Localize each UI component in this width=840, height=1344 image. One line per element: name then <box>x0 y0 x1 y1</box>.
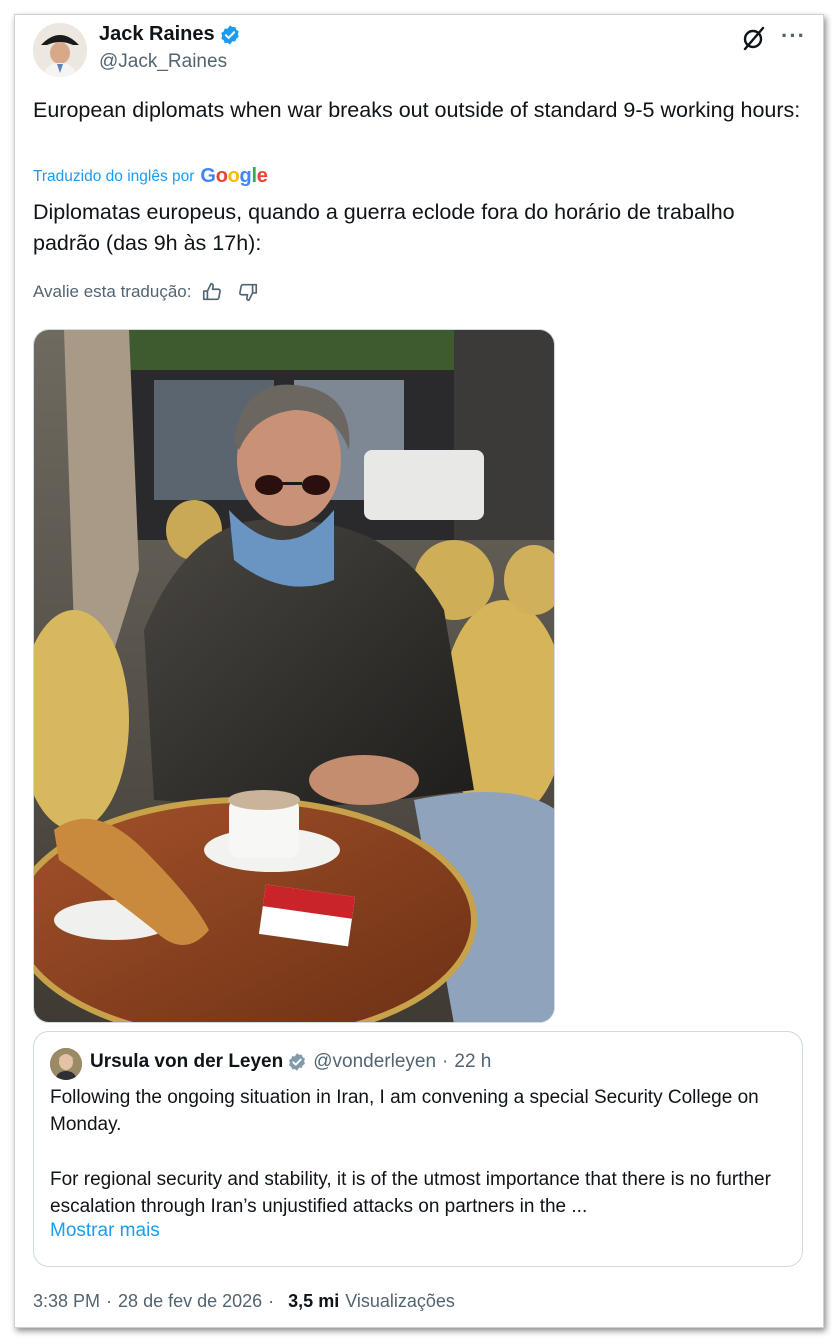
thumbs-up-icon[interactable] <box>201 281 223 303</box>
views-count: 3,5 mi <box>288 1291 340 1311</box>
rate-translation-label: Avalie esta tradução: <box>33 282 192 301</box>
quoted-post[interactable]: Ursula von der Leyen @vonderleyen · 22 h… <box>33 1031 803 1267</box>
quoted-text-paragraph-2: For regional security and stability, it … <box>50 1169 771 1217</box>
author-handle[interactable]: @Jack_Raines <box>99 51 227 73</box>
gray-verified-badge-icon <box>289 1053 306 1071</box>
author-name[interactable]: Jack Raines <box>99 23 215 46</box>
quoted-separator: · <box>442 1051 449 1072</box>
quoted-timestamp[interactable]: 22 h <box>454 1051 491 1073</box>
post-photo[interactable] <box>33 329 555 1023</box>
post-date[interactable]: 28 de fev de 2026 <box>118 1291 262 1312</box>
thumbs-down-icon[interactable] <box>237 281 259 303</box>
more-icon[interactable]: ··· <box>781 23 806 49</box>
views-label[interactable]: Visualizações <box>345 1291 455 1312</box>
translated-by-label: Traduzido do inglês por <box>33 167 195 185</box>
quoted-author-avatar[interactable] <box>50 1048 82 1080</box>
post-text-translated: Diplomatas europeus, quando a guerra ecl… <box>33 200 735 255</box>
quoted-text-paragraph-1: Following the ongoing situation in Iran,… <box>50 1087 759 1135</box>
google-logo: Google <box>200 165 268 187</box>
show-more-link[interactable]: Mostrar mais <box>50 1220 160 1242</box>
quoted-author-handle[interactable]: @vonderleyen <box>313 1051 436 1073</box>
author-avatar[interactable] <box>33 23 87 77</box>
post-card: Jack Raines @Jack_Raines ··· European di… <box>14 14 824 1328</box>
post-text-original: European diplomats when war breaks out o… <box>33 98 801 122</box>
footer-separator-2: · <box>268 1291 275 1311</box>
translation-attribution: Traduzido do inglês por Google <box>33 165 268 188</box>
grok-icon[interactable] <box>741 25 767 51</box>
quoted-author-name[interactable]: Ursula von der Leyen <box>90 1051 283 1073</box>
verified-badge-icon <box>220 24 239 45</box>
rate-translation: Avalie esta tradução: <box>33 281 259 303</box>
post-time[interactable]: 3:38 PM <box>33 1291 100 1312</box>
post-footer: 3:38 PM · 28 de fev de 2026 · 3,5 mi Vis… <box>33 1291 455 1312</box>
footer-separator: · <box>106 1291 113 1311</box>
